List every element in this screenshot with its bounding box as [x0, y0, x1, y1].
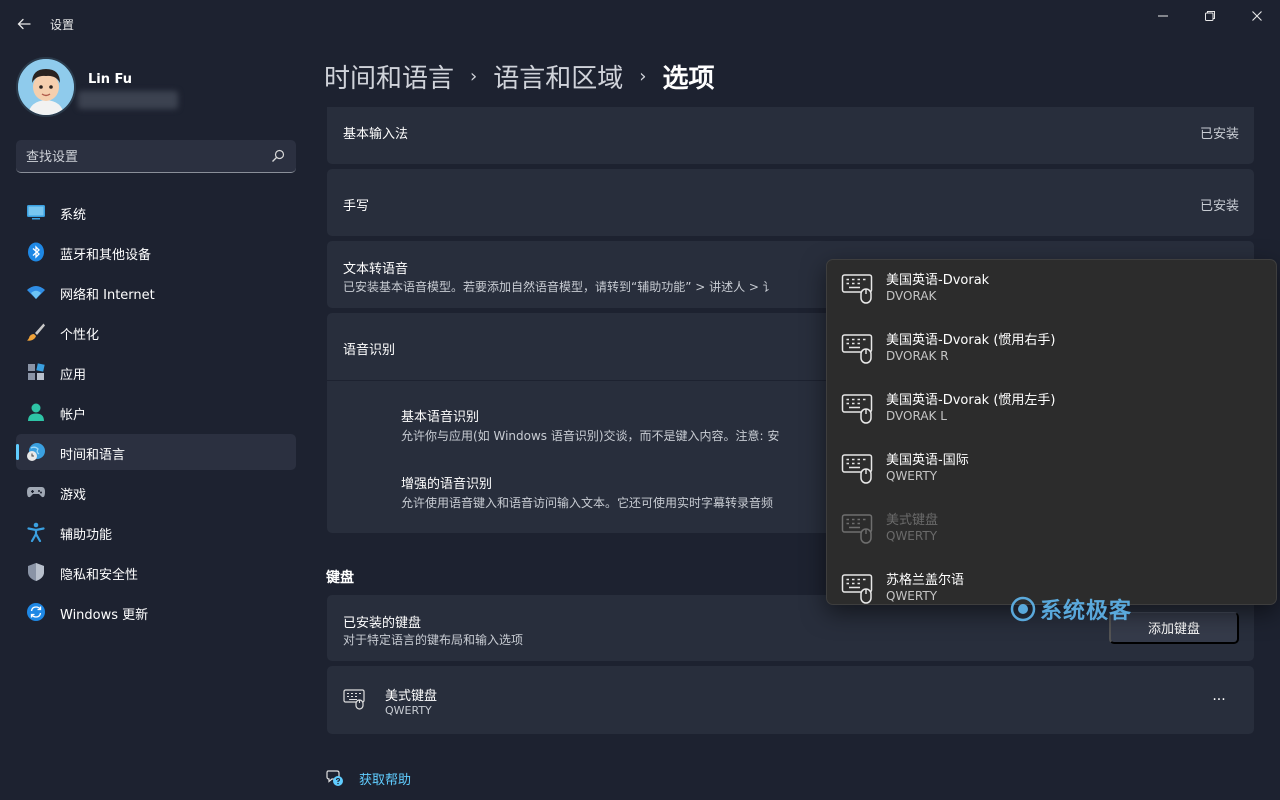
- close-button[interactable]: [1234, 0, 1280, 32]
- search-box[interactable]: [16, 140, 296, 173]
- breadcrumb-language-region[interactable]: 语言和区域: [493, 58, 623, 95]
- keyboard-dropdown-list: 美国英语-Dvorak DVORAK 美国英语-Dvorak (惯用右手) DV…: [826, 259, 1277, 605]
- breadcrumb-separator: ›: [470, 65, 478, 87]
- minimize-button[interactable]: [1140, 0, 1186, 32]
- keyboard-icon: [841, 514, 873, 544]
- watermark: 系统极客: [1010, 594, 1132, 624]
- status-text: 已安装: [1199, 199, 1239, 214]
- keyboard-layout: QWERTY: [385, 704, 432, 717]
- sidebar-item-apps[interactable]: 应用: [16, 354, 296, 390]
- status-text: 已安装: [1199, 127, 1239, 142]
- sidebar-nav: 系统 蓝牙和其他设备 网络和 Internet 个性化 应用 帐户 时间和语言 …: [16, 194, 296, 634]
- sidebar-item-personalization[interactable]: 个性化: [16, 314, 296, 350]
- apps-icon: [28, 363, 45, 380]
- keyboard-icon: [841, 574, 873, 604]
- sidebar-item-windows-update[interactable]: Windows 更新: [16, 594, 296, 630]
- breadcrumb-separator: ›: [639, 65, 647, 87]
- more-options-button[interactable]: ···: [1207, 688, 1231, 712]
- maximize-icon: [1205, 11, 1215, 21]
- help-link[interactable]: 获取帮助: [359, 769, 411, 788]
- user-email-blurred: [78, 91, 178, 109]
- sidebar-item-network[interactable]: 网络和 Internet: [16, 274, 296, 310]
- gamepad-icon: [27, 487, 45, 498]
- list-item[interactable]: 美国英语-国际 QWERTY: [827, 440, 1276, 500]
- feature-basic-input: 基本输入法 已安装: [327, 107, 1254, 164]
- breadcrumb-time-language[interactable]: 时间和语言: [324, 58, 454, 95]
- avatar: [16, 57, 76, 117]
- help-chat-icon: [326, 770, 343, 786]
- brush-icon: [27, 323, 45, 341]
- keyboard-icon: [841, 334, 873, 364]
- close-icon: [1252, 11, 1262, 21]
- keyboard-icon: [841, 454, 873, 484]
- update-icon: [27, 603, 45, 621]
- sidebar-item-privacy[interactable]: 隐私和安全性: [16, 554, 296, 590]
- keyboard-icon: [343, 689, 365, 710]
- search-icon: [272, 149, 285, 162]
- sidebar-item-bluetooth[interactable]: 蓝牙和其他设备: [16, 234, 296, 270]
- accessibility-icon: [27, 522, 45, 542]
- shield-icon: [28, 563, 44, 581]
- page-title: 选项: [662, 63, 715, 94]
- get-help[interactable]: 获取帮助: [325, 768, 411, 788]
- back-button[interactable]: [10, 10, 38, 38]
- sidebar-item-accessibility[interactable]: 辅助功能: [16, 514, 296, 550]
- list-item[interactable]: 美国英语-Dvorak DVORAK: [827, 260, 1276, 320]
- account-icon: [28, 403, 44, 421]
- keyboard-item-us: 美式键盘 QWERTY ···: [327, 666, 1254, 734]
- user-profile[interactable]: Lin Fu: [16, 56, 296, 120]
- wifi-icon: [27, 286, 45, 299]
- list-item[interactable]: 美国英语-Dvorak (惯用左手) DVORAK L: [827, 380, 1276, 440]
- sidebar-item-gaming[interactable]: 游戏: [16, 474, 296, 510]
- minimize-icon: [1158, 15, 1168, 17]
- watermark-logo-icon: [1010, 596, 1036, 622]
- keyboard-icon: [841, 274, 873, 304]
- search-input[interactable]: [26, 148, 246, 166]
- bluetooth-icon: [28, 242, 44, 262]
- list-item-disabled: 美式键盘 QWERTY: [827, 500, 1276, 560]
- sidebar-item-accounts[interactable]: 帐户: [16, 394, 296, 430]
- keyboard-name: 美式键盘: [385, 689, 438, 704]
- title-bar: 设置: [0, 0, 1280, 48]
- keyboard-section-title: 键盘: [326, 570, 354, 586]
- maximize-button[interactable]: [1187, 0, 1233, 32]
- app-title: 设置: [50, 18, 75, 32]
- sidebar-item-time-language[interactable]: 时间和语言: [16, 434, 296, 470]
- keyboard-icon: [841, 394, 873, 424]
- watermark-text: 系统极客: [1040, 599, 1133, 624]
- system-icon: [27, 205, 45, 220]
- sidebar-item-system[interactable]: 系统: [16, 194, 296, 230]
- back-arrow-icon: [17, 18, 31, 30]
- feature-handwriting: 手写 已安装: [327, 169, 1254, 236]
- time-language-icon: [27, 443, 45, 461]
- breadcrumb: 时间和语言 › 语言和区域 › 选项: [324, 56, 714, 96]
- user-name: Lin Fu: [88, 72, 133, 87]
- list-item[interactable]: 美国英语-Dvorak (惯用右手) DVORAK R: [827, 320, 1276, 380]
